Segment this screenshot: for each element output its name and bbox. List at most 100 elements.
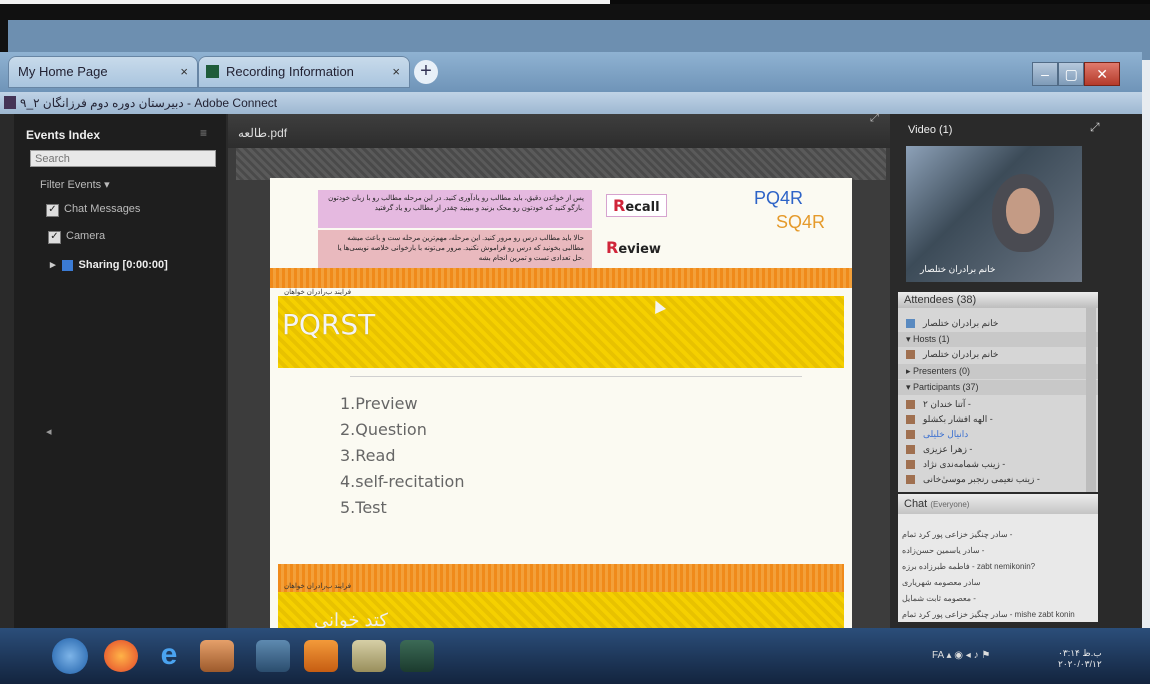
- filter-events-dropdown[interactable]: Filter Events ▾: [40, 178, 110, 191]
- list-item[interactable]: دانیال خلیلی: [898, 427, 1098, 442]
- camera-checkbox[interactable]: ✓: [48, 231, 61, 244]
- attendee-name: زهرا عزیزی -: [923, 444, 973, 454]
- share-pod-header: [228, 114, 890, 148]
- tab-my-home-page[interactable]: My Home Page ×: [8, 56, 198, 88]
- participants-label: Participants (37): [913, 382, 979, 392]
- review-heading: Review: [606, 238, 661, 257]
- chat-messages-checkbox[interactable]: ✓: [46, 204, 59, 217]
- chat-scope[interactable]: (Everyone): [930, 500, 969, 509]
- search-input[interactable]: [30, 150, 216, 167]
- chat-message: سادر یاسمین حسن‌زاده -: [902, 546, 985, 555]
- chrome-icon[interactable]: [200, 640, 234, 672]
- media-player-icon[interactable]: [304, 640, 338, 672]
- host-icon: [906, 350, 915, 360]
- clock-date: ۲۰۲۰/۰۳/۱۲: [1058, 659, 1102, 669]
- participant-icon: [906, 415, 915, 425]
- participants-group[interactable]: ▾ Participants (37): [898, 380, 1098, 395]
- events-index-panel: [14, 114, 226, 644]
- fullscreen-icon[interactable]: ⤢: [1090, 120, 1100, 135]
- firefox-icon[interactable]: [104, 640, 138, 672]
- presenters-group[interactable]: ▸ Presenters (0): [898, 364, 1098, 379]
- shared-file-title: طالعه.pdf: [238, 126, 288, 140]
- system-tray[interactable]: FA ▴ ◉ ◂ ♪ ⚑: [932, 650, 990, 661]
- step-item: 1.Preview: [340, 394, 418, 413]
- step-item: 4.self-recitation: [340, 472, 465, 491]
- chat-message: سادر چنگیز خزاعی پور کرد تمام - mishe za…: [902, 610, 1075, 619]
- events-index-title: Events Index: [26, 128, 101, 142]
- list-item[interactable]: آتنا خندان ۲ -: [898, 397, 1098, 412]
- list-item[interactable]: خانم برادران ختلصار: [898, 347, 1098, 362]
- expand-arrow-icon[interactable]: ▸: [50, 259, 56, 271]
- attendee-name: خانم برادران ختلصار: [923, 318, 999, 328]
- attendee-name: زینب نعیمی رنجبر موسیٰ‌خانی -: [923, 474, 1040, 484]
- sq4r-label: SQ4R: [776, 212, 826, 232]
- video-count: (1): [939, 124, 953, 136]
- list-item[interactable]: زینب شمامه‌ندی نژاد -: [898, 457, 1098, 472]
- maximize-button[interactable]: ▢: [1058, 62, 1085, 86]
- collapse-arrow-icon[interactable]: ◂: [46, 425, 52, 438]
- start-button[interactable]: [52, 638, 88, 674]
- list-item[interactable]: زینب نعیمی رنجبر موسیٰ‌خانی -: [898, 472, 1098, 487]
- tab-recording-information[interactable]: Recording Information ×: [198, 56, 410, 88]
- media-center-icon[interactable]: [256, 640, 290, 672]
- chat-message: معصومه ثابت شمایل -: [902, 594, 976, 603]
- presenter-name: خانم برادران ختلصار: [920, 264, 996, 274]
- user-icon: [906, 319, 915, 329]
- attendee-name: زینب شمامه‌ندی نژاد -: [923, 459, 1006, 469]
- recall-rest: ecall: [625, 200, 660, 215]
- hosts-group[interactable]: ▾ Hosts (1): [898, 332, 1098, 347]
- presenters-label: Presenters (0): [913, 366, 971, 376]
- attendees-title: Attendees: [904, 294, 954, 306]
- next-slide-label: فرایند ب‌رادران خواهان: [284, 583, 352, 590]
- chat-header: Chat (Everyone): [898, 494, 1098, 514]
- attendee-name: خانم برادران ختلصار: [923, 349, 999, 359]
- adobe-connect-taskbar-icon[interactable]: [400, 640, 434, 672]
- close-window-button[interactable]: ✕: [1084, 62, 1121, 86]
- slide-topic-label: فرایند ب‌رادران خواهان: [284, 289, 352, 296]
- language-indicator[interactable]: FA: [932, 650, 944, 661]
- review-rest: eview: [618, 242, 661, 257]
- chat-message: فاطمه طبرزاده برزه - zabt nemikonin?: [902, 562, 1036, 571]
- next-slide-band: [278, 564, 844, 592]
- list-item[interactable]: الهه افشار بکشلو -: [898, 412, 1098, 427]
- close-icon[interactable]: ×: [180, 56, 188, 88]
- sharing-event-item[interactable]: ▸ Sharing [0:00:00]: [50, 258, 168, 271]
- internet-explorer-icon[interactable]: e: [152, 640, 186, 672]
- step-item: 2.Question: [340, 420, 427, 439]
- participant-icon: [906, 430, 915, 440]
- window-title-bar: دبیرستان دوره دوم فرزانگان ۲_۹ - Adobe C…: [0, 92, 1142, 114]
- video-pod-title: Video (1): [908, 124, 952, 136]
- new-tab-button[interactable]: +: [414, 60, 438, 84]
- participant-icon: [906, 475, 915, 485]
- my-status-row[interactable]: خانم برادران ختلصار: [898, 316, 1098, 331]
- system-clock[interactable]: ۰۳:۱۴ ب.ظ ۲۰۲۰/۰۳/۱۲: [1058, 648, 1102, 670]
- video-title-text: Video: [908, 124, 936, 136]
- attendee-name: الهه افشار بکشلو -: [923, 414, 993, 424]
- step-item: 5.Test: [340, 498, 387, 517]
- participant-icon: [906, 400, 915, 410]
- minimize-button[interactable]: –: [1032, 62, 1059, 86]
- webcam-video[interactable]: خانم برادران ختلصار: [906, 146, 1082, 282]
- list-item[interactable]: زهرا عزیزی -: [898, 442, 1098, 457]
- attendees-scrollbar[interactable]: [1086, 308, 1096, 492]
- window-controls: – ▢ ✕: [1032, 62, 1121, 86]
- review-description: حالا باید مطالب درس رو مرور کنید. این مر…: [318, 230, 592, 268]
- slide-divider: [350, 376, 802, 377]
- recall-heading: Recall: [606, 194, 667, 217]
- panel-menu-icon[interactable]: ≡: [200, 126, 207, 140]
- fullscreen-icon[interactable]: ⤢: [870, 112, 879, 125]
- participant-icon: [906, 445, 915, 455]
- file-explorer-icon[interactable]: [352, 640, 386, 672]
- attendees-header: Attendees (38): [898, 292, 1098, 308]
- share-pod-icon: [61, 259, 73, 271]
- share-pod-background: [236, 148, 886, 180]
- participant-icon: [906, 460, 915, 470]
- step-item: 3.Read: [340, 446, 396, 465]
- close-icon[interactable]: ×: [392, 56, 400, 88]
- chat-message: سادر معصومه شهریاری: [902, 578, 981, 587]
- chat-messages-label: Chat Messages: [64, 203, 141, 215]
- attendee-name: آتنا خندان ۲ -: [923, 399, 971, 409]
- presentation-slide: پس از خواندن دقیق، باید مطالب رو یادآوری…: [270, 178, 852, 638]
- slide-divider-band: [270, 268, 852, 288]
- window-title: دبیرستان دوره دوم فرزانگان ۲_۹ - Adobe C…: [20, 96, 278, 110]
